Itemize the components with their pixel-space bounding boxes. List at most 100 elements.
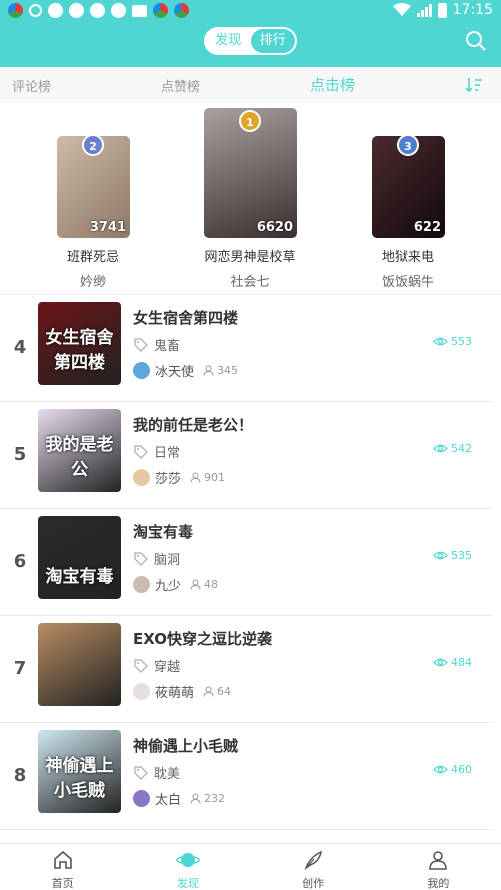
hit-count: 6620 [256, 220, 293, 235]
fans-value: 901 [204, 471, 226, 484]
planet-icon [176, 853, 200, 867]
author-name: 莜萌萌 [155, 686, 195, 701]
author-name: 莎莎 [155, 472, 182, 487]
avatar [133, 790, 150, 807]
bottom-nav: 首页 发现 创作 我的 [0, 843, 501, 890]
person-icon [203, 686, 214, 697]
fans-count: 48 [190, 578, 218, 591]
search-icon[interactable] [465, 30, 487, 52]
podium-item-3[interactable]: 622 3 地狱来电 饭饭蜗牛 [355, 134, 461, 290]
fans-count: 345 [203, 364, 238, 377]
book-title: 地狱来电 [381, 250, 434, 265]
s-icon [90, 3, 105, 18]
fans-value: 232 [204, 792, 226, 805]
tag-label: 鬼畜 [154, 339, 181, 354]
author-info[interactable]: 莎莎 901 [133, 468, 225, 487]
s-icon [69, 3, 84, 18]
rank-number: 4 [13, 337, 27, 358]
app-icon [8, 3, 23, 18]
author-info[interactable]: 冰天使 345 [133, 361, 238, 380]
nav-discover[interactable]: 发现 [125, 844, 250, 890]
views-count: 535 [433, 549, 472, 562]
book-tag[interactable]: 鬼畜 [134, 335, 180, 354]
ranking-tabs: 评论榜 点赞榜 点击榜 [0, 67, 501, 103]
tag-icon [134, 337, 148, 352]
tag-icon [134, 444, 148, 459]
notification-icons [8, 3, 189, 18]
podium-item-2[interactable]: 3741 2 班群死忌 妗缈 [40, 134, 146, 290]
tag-icon [134, 551, 148, 566]
eye-icon [433, 444, 448, 453]
list-item[interactable]: 4 女生宿舍第四楼 女生宿舍第四楼 鬼畜 冰天使 345 553 [0, 295, 492, 402]
book-title: 班群死忌 [66, 250, 119, 265]
user-icon [429, 851, 448, 870]
list-item[interactable]: 8 神偷遇上小毛贼 神偷遇上小毛贼 耽美 太白 232 460 [0, 723, 492, 830]
p-icon [48, 3, 63, 18]
list-item[interactable]: 6 淘宝有毒 淘宝有毒 脑洞 九少 48 535 [0, 509, 492, 616]
tab-like-rank[interactable]: 点赞榜 [161, 76, 200, 95]
person-icon [190, 472, 201, 483]
nav-create[interactable]: 创作 [251, 844, 376, 890]
header-segment: 发现 排行 [204, 27, 297, 55]
views-value: 460 [451, 763, 472, 776]
views-count: 542 [433, 442, 472, 455]
cover-title: 我的是老公 [45, 435, 114, 480]
home-icon [53, 850, 72, 869]
tag-icon [134, 658, 148, 673]
views-count: 484 [433, 656, 472, 669]
cover-title: 女生宿舍第四楼 [45, 328, 114, 373]
sun-icon [29, 4, 42, 17]
tab-discover[interactable]: 发现 [206, 29, 251, 53]
fans-count: 901 [190, 471, 225, 484]
status-time: 17:15 [452, 2, 493, 18]
author-info[interactable]: 莜萌萌 64 [133, 682, 231, 701]
app: 17:15 发现 排行 评论榜 点赞榜 点击榜 3741 2 班群死忌 妗缈 6… [0, 0, 501, 890]
book-tag[interactable]: 脑洞 [134, 549, 180, 568]
list-item[interactable]: 7 EXO快穿之逗比逆袭 穿越 莜萌萌 64 484 [0, 616, 492, 723]
author-name: 太白 [155, 793, 182, 808]
book-author: 妗缈 [79, 275, 106, 290]
rank-number: 8 [13, 765, 27, 786]
views-count: 553 [433, 335, 472, 348]
tab-comment-rank[interactable]: 评论榜 [12, 76, 51, 95]
status-right: 17:15 [392, 2, 493, 18]
nav-mine[interactable]: 我的 [376, 844, 501, 890]
tab-click-rank[interactable]: 点击榜 [310, 74, 355, 95]
wifi-icon [392, 3, 411, 16]
eye-icon [433, 551, 448, 560]
book-tag[interactable]: 穿越 [134, 656, 180, 675]
tab-ranking[interactable]: 排行 [250, 29, 295, 53]
book-tag[interactable]: 日常 [134, 442, 180, 461]
book-cover: 女生宿舍第四楼 [38, 302, 121, 385]
book-tag[interactable]: 耽美 [134, 763, 180, 782]
tag-icon [134, 765, 148, 780]
tag-label: 脑洞 [154, 553, 181, 568]
book-title: 淘宝有毒 [133, 523, 194, 541]
list-item[interactable]: 5 我的是老公 我的前任是老公！ 日常 莎莎 901 542 [0, 402, 492, 509]
book-title: EXO快穿之逗比逆袭 [133, 630, 273, 648]
eye-icon [433, 658, 448, 667]
views-count: 460 [433, 763, 472, 776]
podium-item-1[interactable]: 6620 1 网恋男神是校草 社会七 [194, 108, 306, 290]
book-cover: 神偷遇上小毛贼 [38, 730, 121, 813]
mail-icon [132, 5, 147, 17]
avatar [133, 362, 150, 379]
rank-medal-icon: 1 [239, 110, 261, 132]
battery-icon [437, 2, 447, 18]
rank-medal-icon: 2 [82, 134, 104, 156]
sort-icon[interactable] [465, 76, 483, 94]
nav-home[interactable]: 首页 [0, 844, 125, 890]
tag-label: 穿越 [154, 660, 181, 675]
rank-number: 6 [13, 551, 27, 572]
rank-number: 5 [13, 444, 27, 465]
author-info[interactable]: 太白 232 [133, 789, 225, 808]
tag-label: 耽美 [154, 767, 181, 782]
nav-label: 首页 [51, 877, 74, 890]
app-header: 17:15 发现 排行 [0, 0, 501, 67]
author-info[interactable]: 九少 48 [133, 575, 218, 594]
person-icon [190, 793, 201, 804]
eye-icon [433, 337, 448, 346]
fans-value: 48 [204, 578, 219, 591]
tag-label: 日常 [154, 446, 181, 461]
book-cover: 淘宝有毒 [38, 516, 121, 599]
